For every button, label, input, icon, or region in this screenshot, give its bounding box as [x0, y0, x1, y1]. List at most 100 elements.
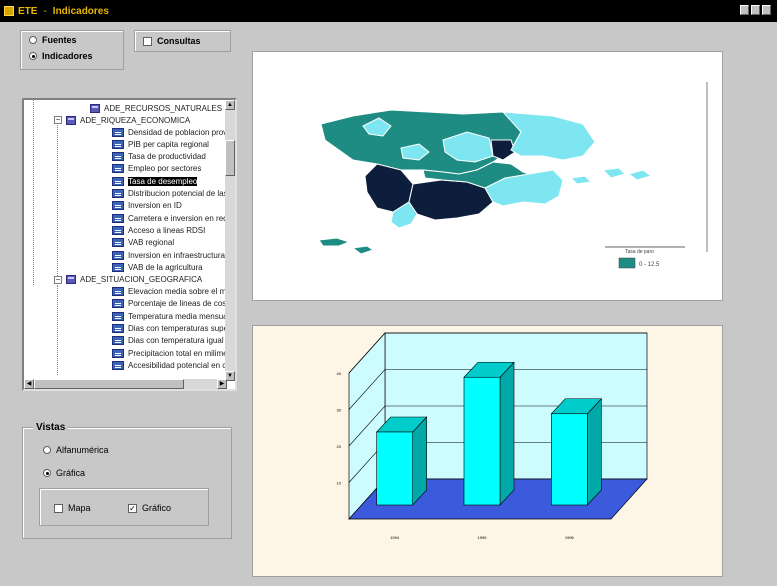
grafica-radio[interactable]: Gráfica — [43, 468, 85, 478]
tree-item-label: Tasa de productividad — [128, 152, 206, 162]
checkbox-indicator — [54, 503, 63, 513]
folder-icon — [66, 115, 76, 125]
tree-item[interactable]: Densidad de poblacion provi — [112, 126, 229, 138]
grafico-label: Gráfico — [142, 503, 172, 513]
title-separator: - — [43, 5, 47, 17]
indicator-tree[interactable]: ADE_RECURSOS_NATURALES − ADE_RIQUEZA_ECONO… — [22, 98, 237, 391]
table-icon — [112, 348, 124, 358]
tree-group-label: ADE_RIQUEZA_ECONOMICA — [80, 115, 191, 125]
bar-side — [499, 361, 515, 506]
tree-item-label: Dias con temperaturas super — [128, 324, 231, 333]
app-name: ETE — [18, 5, 38, 17]
tree-group[interactable]: − ADE_SITUACION_GEOGRAFICA — [54, 274, 202, 286]
table-icon — [112, 287, 124, 297]
map-legend-label: 0 - 12.5 — [639, 262, 660, 268]
table-icon — [112, 299, 124, 309]
tree-vertical-scrollbar[interactable]: ▲ ▼ — [225, 100, 235, 381]
tree-item-label: Inversion en infraestructuras — [128, 250, 229, 260]
alfanumerica-radio[interactable]: Alfanumérica — [43, 445, 109, 455]
radio-indicator — [43, 446, 51, 454]
tree-item-label: PIB per capita regional — [128, 139, 209, 149]
minimize-button[interactable] — [740, 5, 749, 15]
grafico-checkbox[interactable]: ✓ Gráfico — [128, 503, 171, 513]
tree-item[interactable]: Porcentaje de lineas de costa — [112, 298, 233, 310]
tree-item[interactable]: Dias con temperaturas super — [112, 323, 231, 335]
consultas-checkbox[interactable]: Consultas — [143, 36, 201, 46]
tree-item[interactable]: Elevacion media sobre el ma — [112, 286, 231, 298]
tree-item[interactable]: Inversion en ID — [112, 200, 182, 212]
table-icon — [112, 238, 124, 248]
bar — [551, 413, 588, 506]
tree-item-label: Dias con temperatura igual o — [128, 336, 231, 346]
table-icon — [112, 336, 124, 346]
folder-icon — [90, 103, 100, 113]
tree-item[interactable]: VAB regional — [112, 237, 174, 249]
tree-item-label: Empleo por sectores — [128, 164, 202, 174]
tree-item[interactable]: Dias con temperatura igual o — [112, 335, 230, 347]
table-icon — [112, 201, 124, 211]
indicadores-radio[interactable]: Indicadores — [29, 51, 93, 61]
table-icon — [112, 176, 124, 186]
tree-item[interactable]: Precipitacion total en milimetr — [112, 347, 232, 359]
scroll-right-button[interactable]: ▶ — [217, 379, 227, 389]
table-icon — [112, 139, 124, 149]
window-title: Indicadores — [52, 5, 109, 17]
tree-group[interactable]: − ADE_RIQUEZA_ECONOMICA — [54, 114, 190, 126]
hscroll-thumb[interactable] — [34, 379, 184, 389]
radio-indicator — [29, 36, 37, 44]
table-icon — [112, 311, 124, 321]
tree-item-label: Carretera e inversion en red — [128, 213, 228, 223]
scroll-up-button[interactable]: ▲ — [225, 100, 235, 110]
x-tick-label: 1995 — [478, 535, 488, 540]
title-bar: ETE - Indicadores — [0, 0, 777, 22]
tree-item-label: Acceso a lineas RDSI — [128, 225, 206, 235]
chart-panel[interactable]: 10 20 30 40 1994 1995 1996 — [252, 325, 723, 577]
fuentes-label: Fuentes — [42, 35, 77, 45]
fuentes-radio[interactable]: Fuentes — [29, 35, 77, 45]
bar — [376, 431, 413, 506]
tree-item[interactable]: Empleo por sectores — [112, 163, 201, 175]
radio-indicator-selected — [29, 52, 37, 60]
checkbox-indicator — [143, 36, 152, 46]
tree-item-label: Elevacion media sobre el ma — [128, 287, 231, 297]
tree-horizontal-scrollbar[interactable]: ◀ ▶ — [24, 379, 227, 389]
tree-item[interactable]: Distribucion potencial de las — [112, 188, 228, 200]
tree-item[interactable]: Tasa de productividad — [112, 151, 206, 163]
table-icon — [112, 262, 124, 272]
x-tick-label: 1996 — [565, 535, 575, 540]
tree-item[interactable]: Accesibilidad potencial en c — [112, 359, 226, 371]
tree-item[interactable]: Acceso a lineas RDSI — [112, 224, 205, 236]
tree-item[interactable]: Tasa de desempleo — [112, 175, 198, 187]
scroll-thumb[interactable] — [225, 140, 235, 176]
indicadores-label: Indicadores — [42, 51, 93, 61]
tree-item[interactable]: VAB de la agricultura — [112, 261, 203, 273]
window-controls — [740, 5, 771, 15]
tree-item-label: Inversion en ID — [128, 201, 182, 211]
tree-item-label: Porcentaje de lineas de costa — [128, 299, 233, 309]
mapa-checkbox[interactable]: Mapa — [54, 503, 91, 513]
tree-item[interactable]: Inversion en infraestructuras — [112, 249, 229, 261]
vistas-group: Vistas Alfanumérica Gráfica Mapa ✓ Gráfi… — [22, 422, 232, 539]
app-icon — [4, 6, 14, 16]
maximize-button[interactable] — [751, 5, 760, 15]
y-tick-label: 20 — [337, 444, 342, 449]
map-panel[interactable]: Tasa de paro 0 - 12.5 — [252, 51, 723, 301]
close-button[interactable] — [762, 5, 771, 15]
table-icon — [112, 152, 124, 162]
grafica-label: Gráfica — [56, 468, 86, 478]
collapse-icon[interactable]: − — [54, 116, 62, 124]
table-icon — [112, 324, 124, 333]
y-tick-label: 40 — [337, 371, 342, 376]
bar-side — [587, 397, 602, 506]
alfanumerica-label: Alfanumérica — [56, 445, 109, 455]
tree-item[interactable]: Carretera e inversion en red — [112, 212, 228, 224]
tree-item[interactable]: Temperatura media mensual — [112, 310, 229, 322]
tree-item-label: VAB de la agricultura — [128, 262, 203, 272]
table-icon — [112, 250, 124, 260]
collapse-icon[interactable]: − — [54, 275, 62, 284]
tree-item[interactable]: PIB per capita regional — [112, 138, 209, 150]
tree-group[interactable]: ADE_RECURSOS_NATURALES — [78, 102, 222, 114]
y-tick-label: 30 — [337, 408, 342, 413]
scroll-left-button[interactable]: ◀ — [24, 379, 34, 389]
view-checks-group: Mapa ✓ Gráfico — [39, 488, 209, 526]
